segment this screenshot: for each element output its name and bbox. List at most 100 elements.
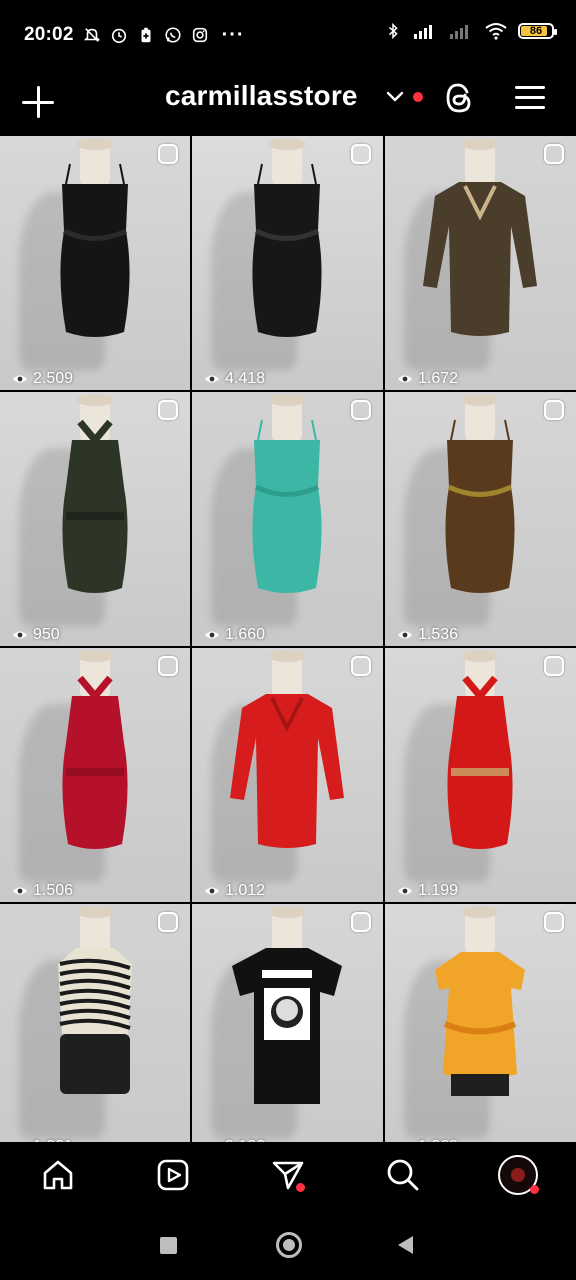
avatar-logo bbox=[511, 1168, 526, 1182]
direct-notification-dot bbox=[295, 1183, 305, 1192]
post-tile[interactable]: 4.418 bbox=[192, 136, 383, 390]
nav-home[interactable] bbox=[29, 1146, 87, 1204]
reel-icon bbox=[351, 656, 371, 676]
post-tile[interactable]: 1.536 bbox=[385, 392, 576, 646]
view-count-value: 2.509 bbox=[33, 370, 74, 387]
home-icon bbox=[43, 1160, 72, 1190]
garment-image bbox=[232, 906, 342, 1104]
garment-image bbox=[447, 650, 513, 849]
eye-icon bbox=[205, 887, 219, 895]
view-count: 950 bbox=[12, 626, 60, 644]
menu-button[interactable] bbox=[512, 82, 548, 114]
view-count-value: 950 bbox=[33, 626, 60, 643]
chevron-down-icon[interactable] bbox=[383, 84, 407, 108]
reel-icon bbox=[544, 656, 564, 676]
reel-icon bbox=[158, 144, 178, 164]
reel-icon bbox=[351, 912, 371, 932]
battery-indicator: 86 bbox=[518, 23, 557, 39]
menu-icon-line bbox=[515, 106, 545, 109]
signal-icon-2 bbox=[450, 25, 468, 39]
bottom-nav bbox=[0, 1142, 576, 1208]
reel-icon bbox=[544, 400, 564, 420]
view-count: 1.536 bbox=[397, 626, 458, 644]
eye-icon bbox=[398, 631, 412, 639]
notification-dot bbox=[413, 92, 423, 102]
nav-search[interactable] bbox=[374, 1146, 432, 1204]
bluetooth-icon bbox=[388, 22, 398, 40]
view-count: 2.509 bbox=[12, 370, 73, 388]
reels-icon bbox=[157, 1159, 189, 1191]
status-bar: 20:02 ··· 86 bbox=[0, 0, 576, 70]
reel-icon bbox=[158, 400, 178, 420]
post-grid: 2.509 4.418 1.672 950 1.660 1.536 1.506 1.012 1.… bbox=[0, 136, 576, 1142]
view-count-value: 1.012 bbox=[225, 882, 266, 899]
instagram-icon bbox=[192, 27, 207, 43]
nav-profile[interactable] bbox=[489, 1146, 547, 1204]
reel-icon bbox=[158, 656, 178, 676]
status-right: 86 bbox=[384, 22, 557, 40]
nav-reels[interactable] bbox=[144, 1146, 202, 1204]
profile-notification-dot bbox=[530, 1185, 540, 1194]
view-count: 4.418 bbox=[204, 370, 265, 388]
eye-icon bbox=[205, 375, 219, 383]
account-name[interactable]: carmillasstore bbox=[165, 80, 358, 112]
status-left: 20:02 ··· bbox=[24, 24, 245, 47]
home-button[interactable] bbox=[276, 1232, 302, 1258]
mute-icon bbox=[83, 28, 100, 42]
profile-header: carmillasstore bbox=[0, 70, 576, 136]
garment-image bbox=[445, 394, 515, 593]
nav-direct[interactable] bbox=[259, 1146, 317, 1204]
view-count: 1.012 bbox=[204, 882, 265, 900]
view-count-value: 1.199 bbox=[418, 882, 459, 899]
eye-icon bbox=[398, 375, 412, 383]
eye-icon bbox=[398, 887, 412, 895]
garment-image bbox=[435, 906, 525, 1096]
reel-icon bbox=[351, 144, 371, 164]
view-count: 1.506 bbox=[12, 882, 73, 900]
reel-icon bbox=[544, 912, 564, 932]
view-count-value: 1.536 bbox=[418, 626, 459, 643]
view-count: 1.672 bbox=[397, 370, 458, 388]
android-nav-bar bbox=[0, 1208, 576, 1280]
threads-icon bbox=[446, 83, 471, 113]
status-time: 20:02 bbox=[24, 24, 74, 45]
whatsapp-icon bbox=[165, 27, 181, 43]
post-tile[interactable]: 2.509 bbox=[0, 136, 190, 390]
garment-image bbox=[62, 650, 128, 849]
view-count-value: 1.506 bbox=[33, 882, 74, 899]
view-count: 1.660 bbox=[204, 626, 265, 644]
create-button[interactable] bbox=[18, 82, 58, 122]
garment-image bbox=[62, 394, 128, 593]
garment-image bbox=[230, 650, 344, 848]
view-count: 1.199 bbox=[397, 882, 458, 900]
post-tile[interactable]: 1.263 bbox=[385, 904, 576, 1142]
post-tile[interactable]: 950 bbox=[0, 392, 190, 646]
post-tile[interactable]: 1.012 bbox=[192, 648, 383, 902]
alarm-icon bbox=[111, 28, 126, 44]
battery-level: 86 bbox=[529, 25, 543, 37]
post-tile[interactable]: 1.199 bbox=[385, 648, 576, 902]
signal-icon bbox=[414, 25, 432, 39]
post-tile[interactable]: 2.136 bbox=[192, 904, 383, 1142]
view-count-value: 1.660 bbox=[225, 626, 266, 643]
post-tile[interactable]: 1.506 bbox=[0, 648, 190, 902]
recents-button[interactable] bbox=[160, 1237, 177, 1254]
garment-image bbox=[58, 906, 132, 1094]
back-button[interactable] bbox=[398, 1236, 413, 1254]
eye-icon bbox=[13, 631, 27, 639]
more-notifications: ··· bbox=[221, 23, 245, 46]
threads-button[interactable] bbox=[440, 79, 478, 117]
post-tile[interactable]: 1.672 bbox=[385, 136, 576, 390]
post-tile[interactable]: 1.660 bbox=[192, 392, 383, 646]
post-tile[interactable]: 1.231 bbox=[0, 904, 190, 1142]
reel-icon bbox=[351, 400, 371, 420]
garment-image bbox=[252, 138, 322, 337]
garment-image bbox=[60, 138, 130, 337]
view-count-value: 4.418 bbox=[225, 370, 266, 387]
eye-icon bbox=[13, 375, 27, 383]
wifi-icon bbox=[485, 23, 507, 40]
eye-icon bbox=[205, 631, 219, 639]
reel-icon bbox=[544, 144, 564, 164]
menu-icon-line bbox=[515, 96, 545, 99]
reel-icon bbox=[158, 912, 178, 932]
